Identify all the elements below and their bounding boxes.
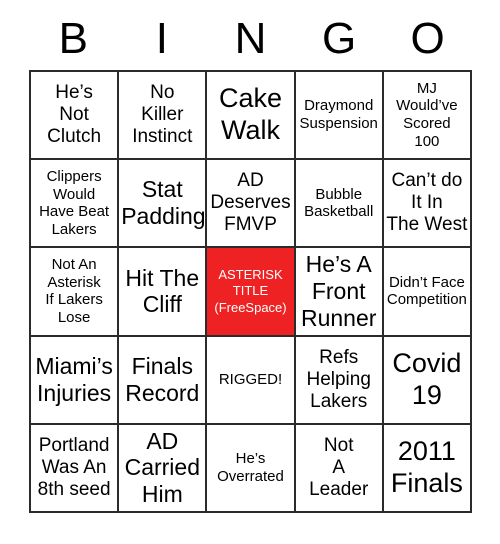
bingo-cell-label: Not A Leader	[309, 434, 369, 500]
bingo-header-letter-g: G	[321, 14, 357, 63]
bingo-cell-label: He’s A Front Runner	[300, 251, 377, 331]
bingo-cell-r5c1[interactable]: Portland Was An 8th seed	[31, 424, 120, 513]
bingo-cell-label: RIGGED!	[218, 370, 283, 388]
bingo-cell-label: MJ Would’ve Scored 100	[396, 79, 458, 150]
bingo-cell-label: Draymond Suspension	[299, 97, 378, 133]
bingo-cell-label: Cake Walk	[218, 83, 282, 146]
bingo-header-letter-o: O	[410, 14, 445, 63]
bingo-cell-r2c2[interactable]: Stat Padding	[119, 160, 208, 249]
bingo-free-space-label: ASTERISK TITLE (FreeSpace)	[214, 267, 287, 315]
bingo-cell-r1c2[interactable]: No Killer Instinct	[119, 72, 208, 161]
bingo-cell-label: Didn’t Face Competition	[386, 273, 467, 309]
bingo-cell-r4c3[interactable]: RIGGED!	[207, 336, 296, 425]
bingo-cell-r2c4[interactable]: Bubble Basketball	[295, 160, 384, 249]
bingo-cell-r1c5[interactable]: MJ Would’ve Scored 100	[383, 72, 472, 161]
bingo-cell-label: Finals Record	[125, 352, 200, 406]
bingo-cell-r2c1[interactable]: Clippers Would Have Beat Lakers	[31, 160, 120, 249]
bingo-cell-label: Stat Padding	[121, 176, 206, 230]
bingo-cell-r4c4[interactable]: Refs Helping Lakers	[295, 336, 384, 425]
bingo-cell-label: Hit The Cliff	[125, 264, 200, 318]
bingo-cell-r2c5[interactable]: Can’t do It In The West	[383, 160, 472, 249]
bingo-cell-r5c4[interactable]: Not A Leader	[295, 424, 384, 513]
bingo-cell-label: AD Carried Him	[124, 427, 200, 508]
bingo-cell-r2c3[interactable]: AD Deserves FMVP	[207, 160, 296, 249]
bingo-header-letter-i: I	[155, 14, 168, 63]
bingo-cell-label: He’s Not Clutch	[47, 82, 102, 148]
bingo-cell-label: Can’t do It In The West	[386, 170, 468, 236]
bingo-cell-r1c3[interactable]: Cake Walk	[207, 72, 296, 161]
bingo-cell-r1c1[interactable]: He’s Not Clutch	[31, 72, 120, 161]
bingo-cell-r4c1[interactable]: Miami’s Injuries	[31, 336, 120, 425]
bingo-cell-label: No Killer Instinct	[132, 82, 193, 148]
bingo-header-letter-b: B	[58, 14, 88, 63]
bingo-cell-label: Portland Was An 8th seed	[37, 434, 111, 500]
bingo-header-letters: B I N G O	[29, 10, 472, 68]
bingo-cell-r5c2[interactable]: AD Carried Him	[119, 424, 208, 513]
bingo-cell-label: Not An Asterisk If Lakers Lose	[45, 256, 103, 327]
bingo-cell-r4c5[interactable]: Covid 19	[383, 336, 472, 425]
bingo-cell-label: 2011 Finals	[390, 436, 463, 498]
bingo-header-letter-n: N	[234, 14, 267, 63]
bingo-cell-label: Miami’s Injuries	[35, 352, 113, 406]
bingo-cell-label: Covid 19	[392, 347, 462, 410]
bingo-cell-r3c5[interactable]: Didn’t Face Competition	[383, 248, 472, 337]
bingo-cell-r4c2[interactable]: Finals Record	[119, 336, 208, 425]
bingo-cell-label: He’s Overrated	[217, 450, 284, 485]
bingo-cell-label: Clippers Would Have Beat Lakers	[39, 167, 110, 238]
bingo-cell-r3c1[interactable]: Not An Asterisk If Lakers Lose	[31, 248, 120, 337]
bingo-grid: He’s Not Clutch No Killer Instinct Cake …	[29, 70, 472, 513]
bingo-cell-label: Bubble Basketball	[304, 185, 374, 221]
bingo-cell-r1c4[interactable]: Draymond Suspension	[295, 72, 384, 161]
bingo-card: B I N G O He’s Not Clutch No Killer Inst…	[0, 0, 500, 544]
bingo-cell-r5c5[interactable]: 2011 Finals	[383, 424, 472, 513]
bingo-cell-label: AD Deserves FMVP	[210, 170, 291, 236]
bingo-cell-r3c4[interactable]: He’s A Front Runner	[295, 248, 384, 337]
bingo-cell-label: Refs Helping Lakers	[306, 346, 371, 412]
bingo-cell-r5c3[interactable]: He’s Overrated	[207, 424, 296, 513]
bingo-cell-free-space[interactable]: ASTERISK TITLE (FreeSpace)	[207, 248, 296, 337]
bingo-cell-r3c2[interactable]: Hit The Cliff	[119, 248, 208, 337]
